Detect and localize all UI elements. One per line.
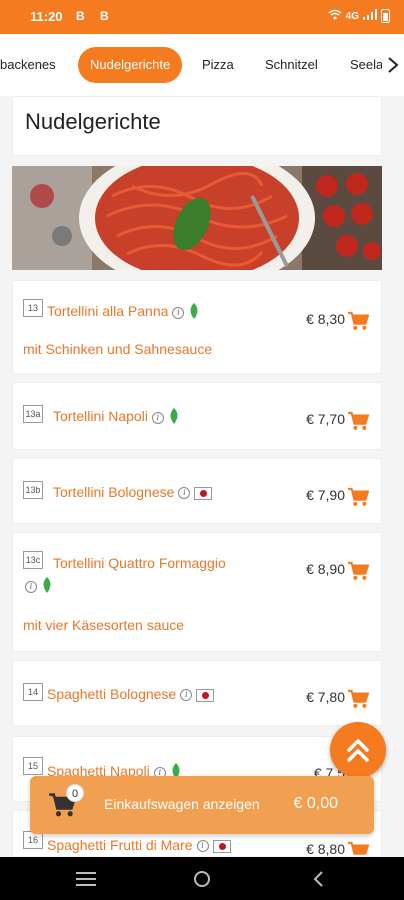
vegetarian-leaf-icon — [168, 408, 180, 427]
item-price: € 8,80 — [306, 841, 345, 856]
list-item[interactable]: 13a Tortellini Napoli i € 7,70 — [12, 382, 382, 450]
info-icon[interactable]: i — [180, 689, 193, 702]
add-to-cart-icon[interactable] — [347, 411, 370, 431]
list-item[interactable]: 14 Spaghetti Bolognese i € 7,80 — [12, 660, 382, 726]
info-icon[interactable]: i — [172, 306, 185, 319]
add-to-cart-icon[interactable] — [347, 841, 370, 856]
network-type: 4G — [345, 10, 359, 22]
item-name-row: Spaghetti Frutti di Mare i — [47, 837, 231, 853]
tab-pizza[interactable]: Pizza — [202, 47, 234, 83]
vegetarian-leaf-icon — [188, 303, 200, 322]
item-name-row: Tortellini alla Panna i — [47, 303, 200, 322]
menu-icon[interactable] — [76, 872, 96, 891]
item-name: Tortellini Napoli — [53, 408, 148, 425]
system-nav-bar — [0, 857, 404, 900]
item-number: 13a — [23, 405, 43, 423]
add-to-cart-icon[interactable] — [347, 311, 370, 331]
double-chevron-up-icon — [347, 739, 369, 762]
back-icon[interactable] — [312, 870, 324, 893]
item-description: mit vier Käsesorten sauce — [23, 617, 185, 633]
tab-schnitzel[interactable]: Schnitzel — [265, 47, 318, 83]
tab-backenes[interactable]: backenes — [0, 47, 56, 83]
cart-label: Einkaufswagen anzeigen — [104, 796, 260, 812]
list-item[interactable]: 13b Tortellini Bolognese i € 7,90 — [12, 458, 382, 524]
view-cart-button[interactable]: 0 Einkaufswagen anzeigen € 0,00 — [30, 776, 374, 834]
item-number: 13 — [23, 299, 43, 317]
status-time: 11:20 — [30, 9, 63, 24]
item-badges-row: i — [21, 577, 53, 596]
info-icon[interactable]: i — [196, 840, 209, 853]
item-price: € 8,90 — [306, 561, 345, 577]
item-name-row: Spaghetti Bolognese i — [47, 686, 215, 702]
add-to-cart-icon[interactable] — [347, 561, 370, 581]
pasta-image — [12, 166, 382, 270]
list-item[interactable]: 13 Tortellini alla Panna i mit Schinken u… — [12, 280, 382, 374]
japan-flag-icon — [212, 839, 231, 853]
signal-icon — [363, 9, 377, 23]
item-number: 13b — [23, 481, 43, 499]
section-title: Nudelgerichte — [25, 109, 161, 134]
item-name: Tortellini Quattro Formaggio — [53, 555, 226, 571]
item-number: 15 — [23, 757, 43, 775]
tab-seela[interactable]: Seela — [350, 47, 383, 83]
chevron-right-icon[interactable] — [382, 47, 404, 83]
item-name: Tortellini alla Panna — [47, 303, 169, 320]
item-price: € 8,30 — [306, 311, 345, 327]
list-item[interactable]: 13c Tortellini Quattro Formaggio i mit v… — [12, 532, 382, 652]
category-tabs: backenes Nudelgerichte Pizza Schnitzel S… — [0, 34, 404, 96]
tab-nudelgerichte[interactable]: Nudelgerichte — [78, 47, 183, 83]
scroll-to-top-button[interactable] — [330, 722, 386, 778]
notification-icons: B B — [76, 9, 115, 23]
add-to-cart-icon[interactable] — [347, 487, 370, 507]
item-name-row: Tortellini Napoli i — [53, 408, 180, 427]
item-price: € 7,70 — [306, 411, 345, 427]
item-name: Spaghetti Frutti di Mare — [47, 837, 193, 853]
item-number: 14 — [23, 683, 43, 701]
item-name: Tortellini Bolognese — [53, 484, 175, 500]
item-name: Spaghetti Bolognese — [47, 686, 177, 702]
vegetarian-leaf-icon — [41, 577, 53, 596]
item-name-row: Tortellini Bolognese i — [53, 484, 213, 500]
item-price: € 7,90 — [306, 487, 345, 503]
info-icon[interactable]: i — [178, 487, 191, 500]
item-description: mit Schinken und Sahnesauce — [23, 341, 213, 357]
section-header: Nudelgerichte — [12, 96, 382, 156]
battery-icon — [381, 9, 390, 23]
cart-total: € 0,00 — [293, 795, 338, 812]
item-number: 13c — [23, 551, 43, 569]
status-bar: 11:20 B B 4G — [0, 0, 404, 34]
info-icon[interactable]: i — [151, 411, 164, 424]
japan-flag-icon — [196, 688, 215, 702]
status-right: 4G — [328, 9, 390, 23]
home-icon[interactable] — [193, 870, 211, 893]
wifi-icon — [328, 9, 342, 23]
japan-flag-icon — [194, 486, 213, 500]
info-icon[interactable]: i — [25, 580, 37, 593]
add-to-cart-icon[interactable] — [347, 689, 370, 709]
cart-count-badge: 0 — [66, 784, 84, 802]
item-price: € 7,80 — [306, 689, 345, 705]
